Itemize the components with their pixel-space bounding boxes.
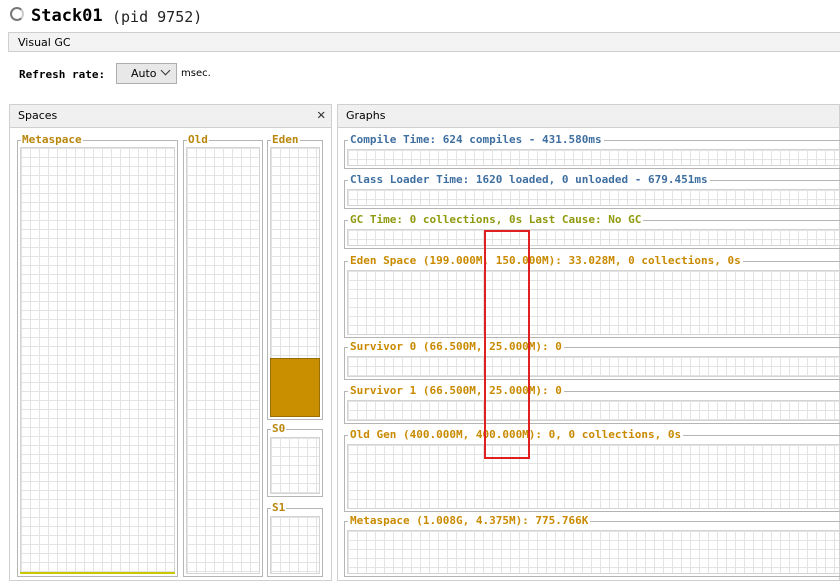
s0-grid (270, 437, 320, 494)
old-label: Old (187, 133, 209, 146)
metaspace-grid (20, 147, 175, 574)
gc-time-grid (347, 229, 840, 246)
survivor0-label: Survivor 0 (66.500M, 25.000M): 0 (348, 340, 564, 353)
compile-time-grid (347, 149, 840, 166)
highlight-annotation (484, 230, 530, 459)
process-id: (pid 9752) (112, 8, 203, 26)
spaces-panel-header: Spaces (9, 104, 332, 128)
s1-label: S1 (271, 501, 287, 514)
tab-visual-gc[interactable]: Visual GC (18, 36, 71, 49)
eden-label: Eden (271, 133, 300, 146)
eden-space-grid (347, 270, 840, 335)
metaspace-label: Metaspace (21, 133, 83, 146)
metaspace-graph-label: Metaspace (1.008G, 4.375M): 775.766K (348, 514, 591, 527)
close-icon[interactable]: ✕ (317, 107, 325, 123)
refresh-rate-unit: msec. (181, 68, 211, 79)
refresh-rate-select[interactable]: Auto (116, 63, 177, 84)
s0-label: S0 (271, 422, 287, 435)
class-loader-label: Class Loader Time: 1620 loaded, 0 unload… (348, 173, 710, 186)
metaspace-usage-bar (20, 572, 175, 574)
survivor0-grid (347, 356, 840, 377)
eden-usage-fill (270, 358, 320, 417)
gc-time-label: GC Time: 0 collections, 0s Last Cause: N… (348, 213, 644, 226)
eden-space-label: Eden Space (199.000M, 150.000M): 33.028M… (348, 254, 743, 267)
graphs-panel-header: Graphs (337, 104, 840, 128)
tab-strip (8, 32, 840, 52)
old-gen-grid (347, 444, 840, 509)
s1-grid (270, 516, 320, 574)
metaspace-graph-grid (347, 530, 840, 574)
refresh-rate-value: Auto (131, 67, 157, 80)
survivor1-grid (347, 400, 840, 421)
loading-icon (10, 7, 24, 21)
survivor1-label: Survivor 1 (66.500M, 25.000M): 0 (348, 384, 564, 397)
refresh-rate-label: Refresh rate: (19, 68, 106, 81)
spaces-panel-title: Spaces (18, 109, 58, 122)
compile-time-label: Compile Time: 624 compiles - 431.580ms (348, 133, 604, 146)
graphs-panel-title: Graphs (346, 109, 386, 122)
old-grid (186, 147, 260, 574)
class-loader-grid (347, 189, 840, 206)
window-title: Stack01 (31, 6, 103, 26)
